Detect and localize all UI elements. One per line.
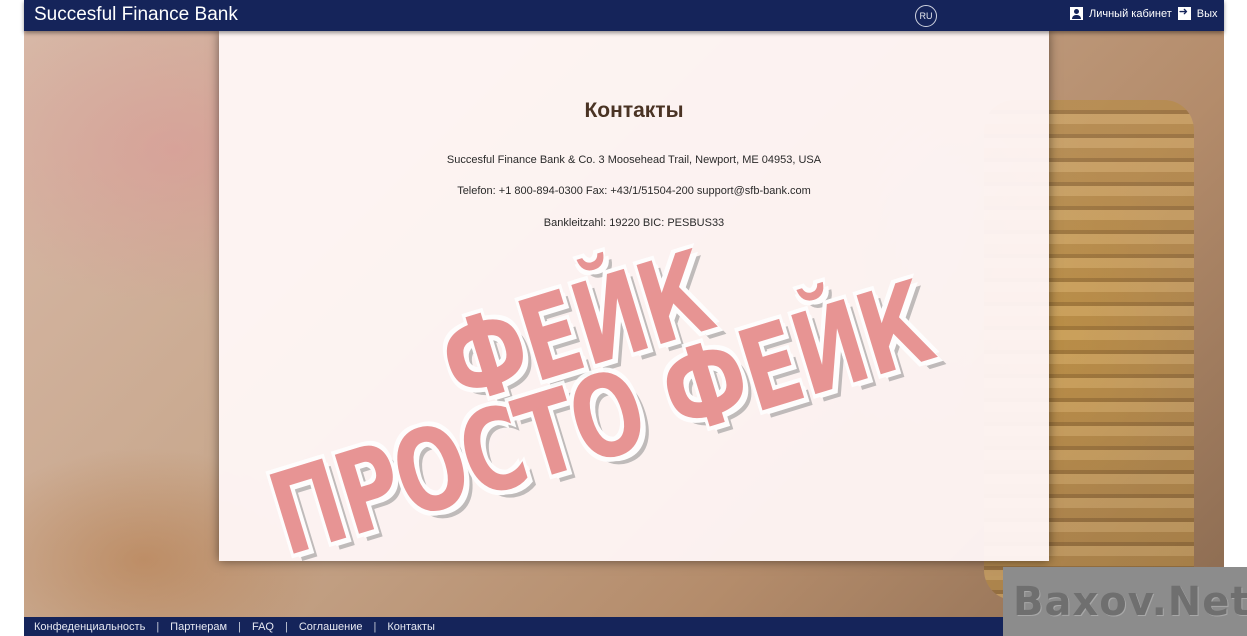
- divider: |: [156, 620, 160, 633]
- phone-fax-email-text: Telefon: +1 800-894-0300 Fax: +43/1/5150…: [457, 185, 811, 197]
- footer-link-agreement[interactable]: Соглашение: [299, 621, 363, 633]
- brand-logo[interactable]: Succesful Finance Bank: [34, 4, 238, 26]
- footer-link-contacts[interactable]: Контакты: [387, 621, 435, 633]
- account-link[interactable]: Личный кабинет: [1089, 8, 1172, 20]
- divider: |: [238, 620, 241, 633]
- footer-link-privacy[interactable]: Конфеденциальность: [34, 621, 145, 633]
- address-text: Succesful Finance Bank & Co. 3 Moosehead…: [446, 154, 822, 166]
- page-title: Контакты: [584, 99, 684, 122]
- top-navbar: Succesful Finance Bank RU Личный кабинет…: [24, 0, 1224, 31]
- site-watermark: Baxov.Net: [1003, 567, 1247, 636]
- bank-code-text: Bankleitzahl: 19220 BIC: PESBUS33: [543, 217, 725, 229]
- watermark-text: Baxov.Net: [1013, 579, 1247, 625]
- account-links: Личный кабинет Вых: [1070, 5, 1218, 20]
- divider: |: [284, 620, 288, 633]
- footer-link-partners[interactable]: Партнерам: [170, 621, 227, 633]
- logout-link[interactable]: Вых: [1197, 8, 1218, 20]
- logout-icon: [1177, 5, 1191, 20]
- footer-link-faq[interactable]: FAQ: [252, 621, 274, 633]
- user-icon: [1070, 7, 1083, 20]
- divider: |: [373, 620, 377, 633]
- language-switcher[interactable]: RU: [915, 5, 937, 27]
